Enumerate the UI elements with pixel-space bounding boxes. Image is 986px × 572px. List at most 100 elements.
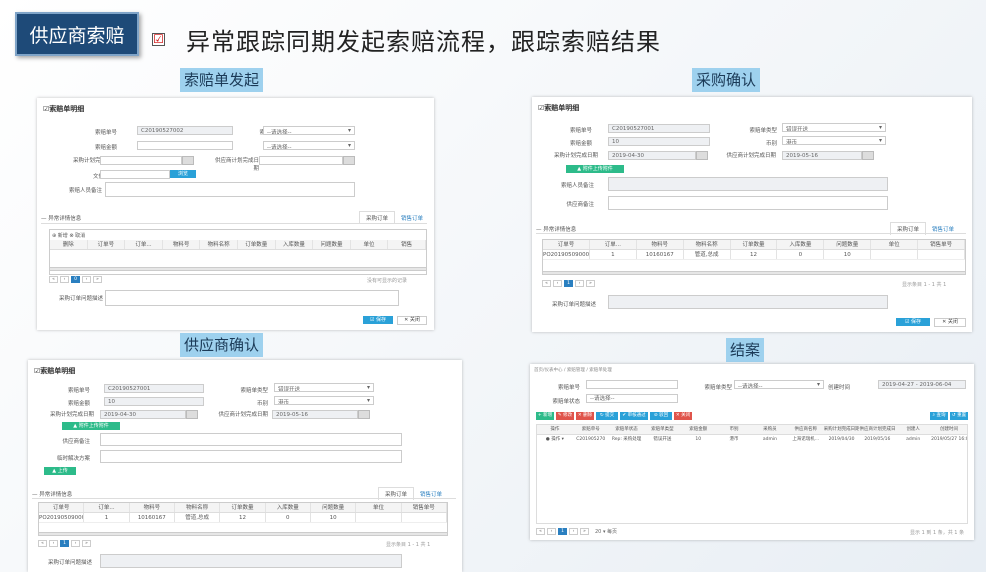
filter-status-select[interactable]: --请选择-- <box>586 394 678 403</box>
filter-type-select[interactable]: --请选择-- <box>734 380 824 389</box>
panel-supplier-confirm: ☑索赔单明细 索赔单号 C20190527001 索赔单类型 错误开送 索赔金额… <box>28 360 462 572</box>
last-page-button[interactable]: » <box>82 540 91 547</box>
page-number-button[interactable]: 1 <box>558 528 567 535</box>
purchase-note-input[interactable] <box>608 196 888 210</box>
problem-desc-input[interactable] <box>608 295 888 309</box>
h-scrollbar[interactable] <box>49 267 427 271</box>
currency-select[interactable]: 港币 <box>782 136 886 145</box>
toolbar-button[interactable]: ↻ 提交 <box>596 412 618 420</box>
first-page-button[interactable]: « <box>49 276 58 283</box>
first-page-button[interactable]: « <box>536 528 545 535</box>
amount-input[interactable] <box>137 141 233 150</box>
calendar-icon[interactable] <box>862 151 874 160</box>
claim-type-select[interactable]: 错误开送 <box>782 123 886 132</box>
page-number-button[interactable]: 0 <box>71 276 80 283</box>
calendar-icon[interactable] <box>358 410 370 419</box>
table-row[interactable]: PO201905090004 1 10160167 管道,总成 12 0 10 <box>543 250 965 260</box>
filter-no-input[interactable] <box>586 380 678 389</box>
reset-button[interactable]: ↺ 重置 <box>950 412 968 420</box>
cell: 管道,总成 <box>684 250 731 259</box>
cell: 12 <box>220 513 266 522</box>
cell: 物料名称 <box>684 240 731 249</box>
claim-type-select[interactable]: 错误开送 <box>274 383 374 392</box>
plan-date-input[interactable] <box>100 156 182 165</box>
supplier-date-input[interactable]: 2019-05-16 <box>272 410 358 419</box>
last-page-button[interactable]: » <box>586 280 595 287</box>
supplier-note-input[interactable] <box>100 433 402 446</box>
problem-desc-input[interactable] <box>105 290 399 306</box>
prev-page-button[interactable]: ‹ <box>60 276 69 283</box>
first-page-button[interactable]: « <box>542 280 551 287</box>
next-page-button[interactable]: › <box>82 276 91 283</box>
amount-input[interactable]: 10 <box>608 137 710 146</box>
claim-no-input[interactable]: C20190527002 <box>137 126 233 135</box>
calendar-icon[interactable] <box>186 410 198 419</box>
last-page-button[interactable]: » <box>580 528 589 535</box>
page-number-button[interactable]: 1 <box>60 540 69 547</box>
cell: 订单... <box>84 503 130 512</box>
panel-purchase-confirm: ☑索赔单明细 索赔单号 C20190527001 索赔单类型 错误开送 索赔金额… <box>532 97 972 332</box>
currency-select[interactable]: --请选择-- <box>263 141 355 150</box>
toolbar-button[interactable]: + 新增 <box>536 412 554 420</box>
page-info: 显示 1 到 1 条，共 1 条 <box>910 530 965 536</box>
calendar-icon[interactable] <box>696 151 708 160</box>
upload-button[interactable]: ▲ 上传 <box>44 467 76 475</box>
toolbar-button[interactable]: ⊘ 驳回 <box>650 412 672 420</box>
initiator-note-label: 索赔人员备注 <box>560 183 594 189</box>
cell <box>918 250 965 259</box>
table-row[interactable]: ● 操作 ▾ C201905270 Rep: 采购处理 错误开送 10 港币 admin 上海… <box>537 435 967 444</box>
grid-header: 操作 索赔单号 索赔单状态 索赔单类型 索赔金额 币别 采购员 供应商名称 采购计划完成日期 供应… <box>537 425 967 435</box>
last-page-button[interactable]: » <box>93 276 102 283</box>
close-button[interactable]: ✕ 关闭 <box>934 318 966 327</box>
prev-page-button[interactable]: ‹ <box>553 280 562 287</box>
h-scrollbar[interactable] <box>38 532 448 536</box>
initiator-note-input[interactable] <box>105 182 355 197</box>
calendar-icon[interactable] <box>343 156 355 165</box>
supplier-date-input[interactable] <box>259 156 343 165</box>
prev-page-button[interactable]: ‹ <box>547 528 556 535</box>
file-input[interactable] <box>100 170 170 179</box>
page-size-select[interactable]: 20 ▾ 每页 <box>595 528 617 535</box>
h-scrollbar[interactable] <box>542 271 966 275</box>
next-page-button[interactable]: › <box>575 280 584 287</box>
next-page-button[interactable]: › <box>71 540 80 547</box>
attachment-button[interactable]: ▲ 附件上传附件 <box>566 165 624 173</box>
supplier-date-input[interactable]: 2019-05-16 <box>782 151 862 160</box>
prev-page-button[interactable]: ‹ <box>49 540 58 547</box>
search-button[interactable]: ⌕ 查询 <box>930 412 948 420</box>
label-initiate: 索赔单发起 <box>180 68 264 92</box>
claim-no-input[interactable]: C20190527001 <box>104 384 204 393</box>
page-number-button[interactable]: 1 <box>564 280 573 287</box>
cell: 错误开送 <box>653 437 672 442</box>
close-button[interactable]: ✕ 关闭 <box>397 316 427 325</box>
solution-input[interactable] <box>100 450 402 463</box>
grid-toolbar: ⊕ 新增 ⊗ 取消 <box>50 230 426 240</box>
add-row-button[interactable]: ⊕ 新增 <box>52 233 68 239</box>
attachment-button[interactable]: ▲ 附件上传附件 <box>62 422 120 430</box>
problem-desc-input[interactable] <box>100 554 402 568</box>
first-page-button[interactable]: « <box>38 540 47 547</box>
calendar-icon[interactable] <box>182 156 194 165</box>
table-row[interactable]: PO201905090004 1 10160167 管道,总成 12 0 10 <box>39 513 447 523</box>
plan-date-input[interactable]: 2019-04-30 <box>100 410 186 419</box>
initiator-note-input[interactable] <box>608 177 888 191</box>
next-page-button[interactable]: › <box>569 528 578 535</box>
plan-date-input[interactable]: 2019-04-30 <box>608 151 696 160</box>
toolbar-button[interactable]: ✔ 审核通过 <box>620 412 648 420</box>
toolbar-button[interactable]: ✕ 删除 <box>576 412 594 420</box>
save-button[interactable]: ☑ 保存 <box>896 318 930 326</box>
cancel-row-button[interactable]: ⊗ 取消 <box>69 233 85 239</box>
claim-no-input[interactable]: C20190527001 <box>608 124 710 133</box>
cell: 采购员 <box>763 427 777 432</box>
browse-button[interactable]: 浏览 <box>170 170 196 178</box>
claim-type-select[interactable]: --请选择-- <box>263 126 355 135</box>
toolbar-button[interactable]: ✎ 修改 <box>556 412 574 420</box>
currency-select[interactable]: 港币 <box>274 396 374 405</box>
plan-date-label: 采购计划完成日期 <box>553 153 598 159</box>
cell: 2019/05/16 <box>864 437 891 442</box>
toolbar-button[interactable]: ✕ 关闭 <box>674 412 692 420</box>
amount-input[interactable]: 10 <box>104 397 204 406</box>
save-button[interactable]: ☑ 保存 <box>363 316 393 324</box>
filter-date-input[interactable]: 2019-04-27 - 2019-06-04 <box>878 380 966 389</box>
grid-header: 订单号 订单... 物料号 物料名称 订单数量 入库数量 问题数量 单位 销售单号 <box>39 503 447 513</box>
